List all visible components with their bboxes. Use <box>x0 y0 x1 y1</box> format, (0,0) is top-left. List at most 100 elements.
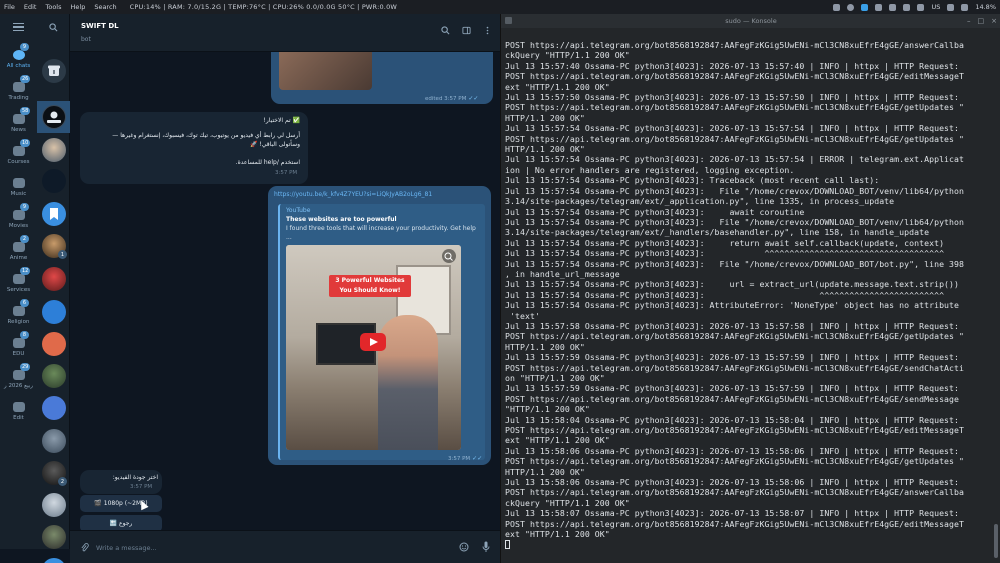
chat-avatar[interactable] <box>42 364 66 388</box>
menu-file[interactable]: File <box>4 3 15 11</box>
folder-icon <box>12 242 25 252</box>
folder-religion[interactable]: 6 Religion <box>0 296 37 328</box>
message-meta: edited 3:57 PM ✓✓ <box>425 95 479 102</box>
unread-badge: 6 <box>20 299 29 307</box>
search-icon[interactable] <box>441 26 450 35</box>
terminal-line: POST https://api.telegram.org/bot8568192… <box>505 331 965 342</box>
unread-badge: 58 <box>20 107 31 115</box>
paperclip-icon[interactable] <box>80 543 89 553</box>
terminal-line: Jul 13 15:57:50 Ossama-PC python3[4023]:… <box>505 92 960 103</box>
chat-avatar[interactable]: 2 <box>42 461 67 486</box>
swift-logo-icon <box>47 111 61 123</box>
video-thumbnail[interactable] <box>279 52 372 90</box>
folder-sidebar: 9 All chats 26 Trading 58 News 10 Course… <box>0 14 37 549</box>
bluetooth-icon[interactable] <box>903 3 911 11</box>
terminal-line: on "HTTP/1.1 200 OK" <box>505 373 605 383</box>
microphone-icon[interactable] <box>482 541 490 553</box>
preview-description: I found three tools that will increase y… <box>286 225 476 232</box>
chat-avatar[interactable]: 1 <box>42 234 67 259</box>
network-icon[interactable] <box>847 3 855 11</box>
chat-avatar-swift-dl[interactable] <box>42 105 66 129</box>
search-icon[interactable] <box>49 23 58 32</box>
display-icon[interactable] <box>875 3 883 11</box>
chat-subtitle: bot <box>81 36 91 43</box>
menu-edit[interactable]: Edit <box>24 3 37 11</box>
terminal-line: HTTP/1.1 200 OK" <box>505 341 585 352</box>
youtube-link[interactable]: https://youtu.be/k_kfv4Z7YEU?si=LiQkJyAB… <box>274 190 432 199</box>
link-preview[interactable]: YouTube These websites are too powerful … <box>278 204 485 460</box>
chat-avatar[interactable] <box>42 267 66 291</box>
chat-avatar[interactable] <box>42 525 66 549</box>
chat-list: 1 2 <box>37 14 70 563</box>
play-icon[interactable] <box>360 333 386 351</box>
message-list: edited 3:57 PM ✓✓ ✅ تم الاختيار! أرسل لي … <box>70 52 500 530</box>
folder-edit[interactable]: Edit <box>0 392 37 424</box>
konsole-titlebar[interactable]: sudo — Konsole – □ × <box>501 14 1000 28</box>
terminal-line: POST https://api.telegram.org/bot8568192… <box>505 425 965 436</box>
terminal-line: Jul 13 15:57:54 Ossama-PC python3[4023]:… <box>505 123 960 134</box>
clipboard-icon[interactable] <box>833 3 841 11</box>
chat-avatar[interactable] <box>42 169 66 193</box>
unread-badge: 12 <box>20 267 31 275</box>
menu-tools[interactable]: Tools <box>45 3 61 11</box>
wifi-icon[interactable] <box>947 3 955 11</box>
terminal-line: ext "HTTP/1.1 200 OK" <box>505 435 610 446</box>
folder-spring-2026[interactable]: 29 ربيع 2026 ر <box>0 360 37 392</box>
folder-news[interactable]: 58 News <box>0 104 37 136</box>
chat-avatar-archive[interactable] <box>42 59 66 83</box>
terminal-line: Jul 13 15:57:54 Ossama-PC python3[4023]:… <box>505 248 945 259</box>
terminal-line: ion | No error handlers are registered, … <box>505 164 795 175</box>
terminal-line: Jul 13 15:57:54 Ossama-PC python3[4023]:… <box>505 258 965 269</box>
folder-all-chats[interactable]: 9 All chats <box>0 40 37 72</box>
volume-icon[interactable] <box>917 3 925 11</box>
folder-courses[interactable]: 10 Courses <box>0 136 37 168</box>
terminal-line: POST https://api.telegram.org/bot8568192… <box>505 362 965 373</box>
battery-icon[interactable] <box>961 3 969 11</box>
quality-1080p-button[interactable]: 🎬 1080p (~2MB) <box>80 495 162 512</box>
chat-header[interactable]: SWIFT DL bot <box>70 14 500 52</box>
desktop-screen: File Edit Tools Help Search CPU:14% | RA… <box>0 0 1000 563</box>
terminal-line: Jul 13 15:57:54 Ossama-PC python3[4023]:… <box>505 154 965 165</box>
terminal-line: ext "HTTP/1.1 200 OK" <box>505 529 610 540</box>
more-vertical-icon[interactable] <box>483 26 492 35</box>
terminal-line: Jul 13 15:58:06 Ossama-PC python3[4023]:… <box>505 477 960 488</box>
terminal-scrollbar[interactable] <box>994 524 998 558</box>
folder-music[interactable]: Music <box>0 168 37 200</box>
chat-avatar[interactable] <box>42 138 66 162</box>
zoom-icon[interactable] <box>442 249 456 263</box>
terminal-output[interactable]: POST https://api.telegram.org/bot8568192… <box>505 40 990 560</box>
window-menu-icon[interactable] <box>505 17 512 24</box>
chat-avatar-saved[interactable] <box>42 202 66 226</box>
minimize-icon[interactable]: – <box>967 14 971 28</box>
chat-avatar[interactable] <box>42 300 66 324</box>
folder-trading[interactable]: 26 Trading <box>0 72 37 104</box>
message-input[interactable] <box>96 541 416 555</box>
folder-icon <box>12 146 25 156</box>
chat-avatar[interactable] <box>42 396 66 420</box>
folder-edu[interactable]: 8 EDU <box>0 328 37 360</box>
message-time: 3:57 PM <box>275 170 298 176</box>
menu-search[interactable]: Search <box>94 3 116 11</box>
message-composer <box>70 530 500 563</box>
close-icon[interactable]: × <box>991 14 997 28</box>
emoji-icon[interactable] <box>459 542 469 552</box>
welcome-text-line: أرسل لي رابط أي فيديو من يوتيوب، تيك توك… <box>112 132 300 139</box>
keyboard-layout-indicator[interactable]: US <box>931 3 940 11</box>
folder-services[interactable]: 12 Services <box>0 264 37 296</box>
chat-avatar[interactable] <box>42 429 66 453</box>
preview-title: These websites are too powerful <box>286 216 397 223</box>
folder-movies[interactable]: 9 Movies <box>0 200 37 232</box>
preview-video-thumbnail[interactable]: 3 Powerful Websites You Should Know! <box>286 245 461 450</box>
back-button[interactable]: 🔙 رجوع <box>80 515 162 530</box>
menu-help[interactable]: Help <box>71 3 86 11</box>
telegram-tray-icon[interactable] <box>861 3 869 11</box>
folder-anime[interactable]: 2 Anime <box>0 232 37 264</box>
chat-avatar[interactable] <box>42 332 66 356</box>
sidebar-toggle-icon[interactable] <box>462 26 471 35</box>
chat-avatar[interactable] <box>42 493 66 517</box>
notification-icon[interactable] <box>889 3 897 11</box>
terminal-line: POST https://api.telegram.org/bot8568192… <box>505 133 965 144</box>
hamburger-menu-icon[interactable] <box>0 14 37 40</box>
unread-badge: 10 <box>20 139 31 147</box>
maximize-icon[interactable]: □ <box>978 14 985 28</box>
